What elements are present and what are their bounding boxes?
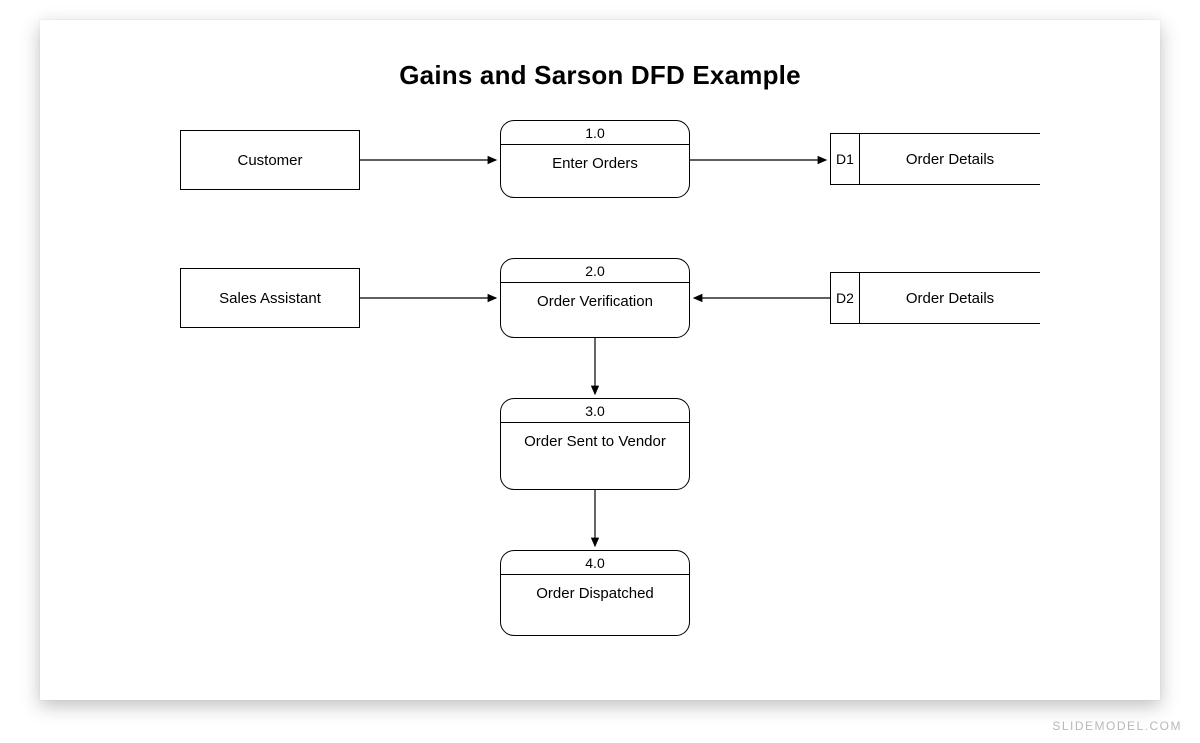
process-number: 1.0 — [501, 121, 689, 145]
datastore-d1: D1 Order Details — [830, 133, 1040, 185]
datastore-number: D1 — [830, 133, 860, 185]
process-3: 3.0 Order Sent to Vendor — [500, 398, 690, 490]
entity-customer: Customer — [180, 130, 360, 190]
entity-label: Customer — [237, 152, 302, 169]
process-label: Enter Orders — [501, 145, 689, 184]
diagram-title: Gains and Sarson DFD Example — [40, 60, 1160, 91]
process-number: 4.0 — [501, 551, 689, 575]
datastore-label: Order Details — [860, 133, 1040, 185]
datastore-d2: D2 Order Details — [830, 272, 1040, 324]
watermark: SLIDEMODEL.COM — [1052, 719, 1182, 733]
process-2: 2.0 Order Verification — [500, 258, 690, 338]
slide-canvas: Gains and Sarson DFD Example Customer 1.… — [40, 20, 1160, 700]
process-label: Order Verification — [501, 283, 689, 322]
datastore-label: Order Details — [860, 272, 1040, 324]
process-number: 3.0 — [501, 399, 689, 423]
process-1: 1.0 Enter Orders — [500, 120, 690, 198]
process-4: 4.0 Order Dispatched — [500, 550, 690, 636]
datastore-number: D2 — [830, 272, 860, 324]
process-number: 2.0 — [501, 259, 689, 283]
entity-label: Sales Assistant — [219, 290, 321, 307]
process-label: Order Dispatched — [501, 575, 689, 614]
process-label: Order Sent to Vendor — [501, 423, 689, 462]
entity-sales-assistant: Sales Assistant — [180, 268, 360, 328]
